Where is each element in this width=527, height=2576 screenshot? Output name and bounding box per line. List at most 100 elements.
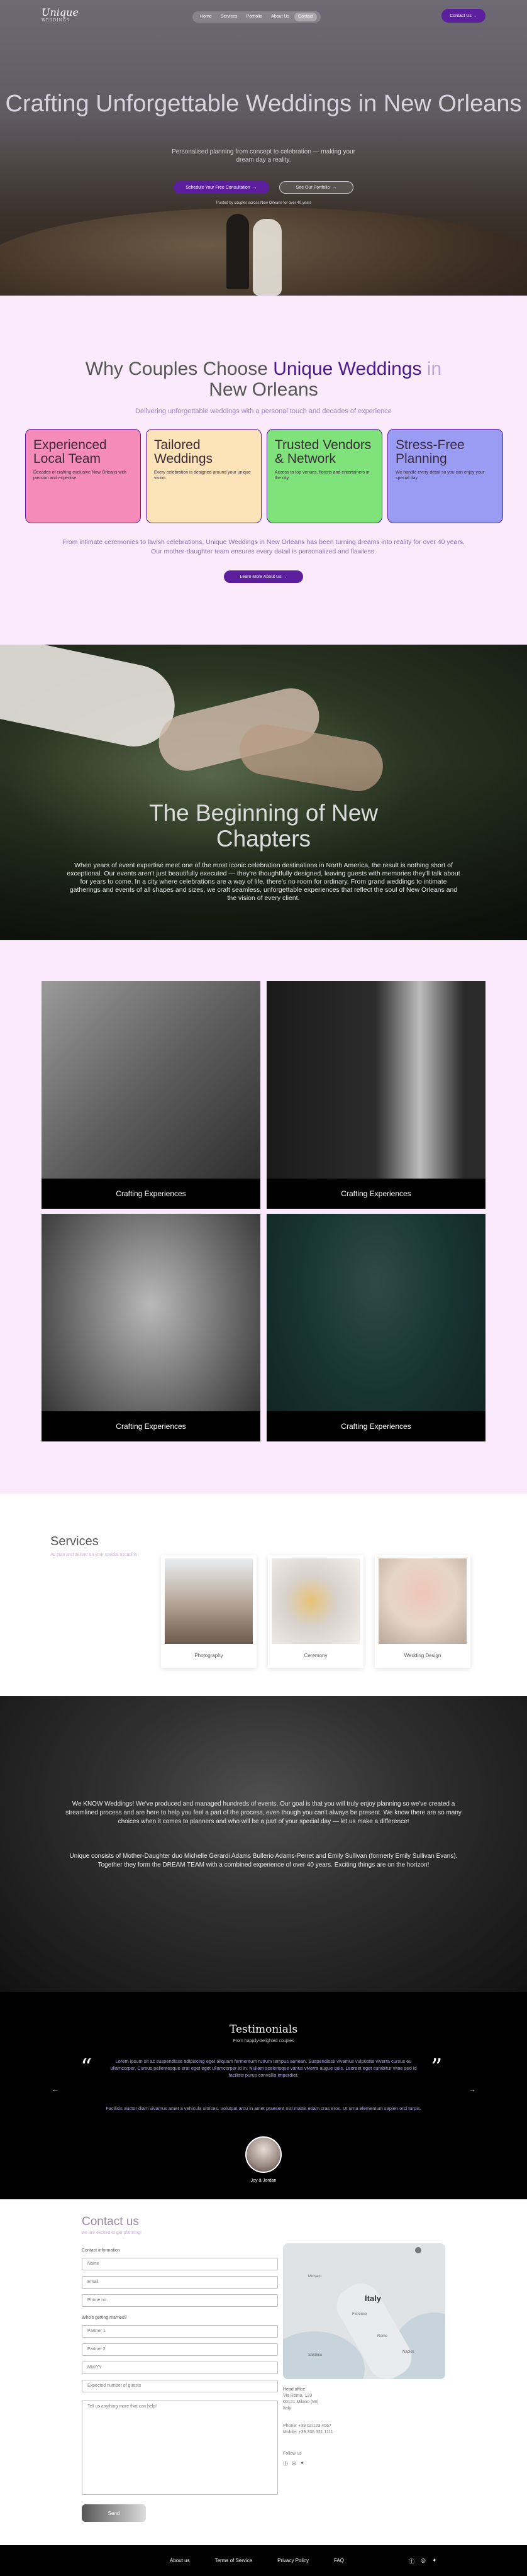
services-title: Services [50, 1535, 99, 1548]
message-field[interactable]: Tell us anything more that can help! [82, 2401, 278, 2495]
card-text: We handle every detail so you can enjoy … [396, 470, 485, 480]
logo-text: Unique [42, 6, 79, 18]
footer: About us Terms of Service Privacy Policy… [0, 2545, 527, 2576]
name-field[interactable]: Name [82, 2258, 278, 2270]
experience-tile[interactable]: Crafting Experiences [42, 1214, 260, 1441]
office-title: Head office [283, 2387, 306, 2392]
footer-social-icons: ⓕ ◎ ✦ [409, 2557, 436, 2565]
experience-caption: Crafting Experiences [267, 1411, 485, 1441]
arrow-right-icon: → [282, 574, 287, 579]
service-photography[interactable]: Photography [161, 1555, 257, 1668]
feature-card-tailored: Tailored Weddings Every celebration is de… [146, 429, 262, 523]
prev-arrow-icon[interactable]: ← [52, 2085, 59, 2094]
footer-faq-link[interactable]: FAQ [334, 2558, 344, 2563]
nav-contact-button[interactable]: Contact Us → [441, 9, 485, 23]
service-ceremony[interactable]: Ceremony [268, 1555, 363, 1668]
experience-tile[interactable]: Crafting Experiences [267, 981, 485, 1209]
service-label: Photography [194, 1653, 223, 1658]
contact-social-icons: ⓕ ◎ ✦ [283, 2460, 304, 2467]
facebook-icon[interactable]: ⓕ [283, 2460, 288, 2467]
nav-services[interactable]: Services [217, 13, 241, 21]
nav-cta-label: Contact Us [450, 13, 472, 18]
send-button[interactable]: Send [82, 2504, 146, 2522]
contact-info-label: Contact information [82, 2248, 120, 2253]
footer-terms-link[interactable]: Terms of Service [215, 2558, 253, 2563]
beginning-section: The Beginning of New Chapters When years… [0, 645, 527, 940]
testimonial-name: Joy & Jordan [250, 2179, 277, 2183]
testimonials-title: Testimonials [229, 2023, 298, 2036]
avatar [245, 2136, 282, 2173]
guests-field[interactable]: Expected number of guests [82, 2380, 278, 2392]
nav-menu: Home Services Portfolio About Us Contact [192, 11, 321, 23]
card-title: Trusted Vendors & Network [275, 438, 372, 466]
map-pin-icon [415, 2247, 421, 2253]
who-label: Who's getting married? [82, 2316, 127, 2320]
experience-caption: Crafting Experiences [267, 1179, 485, 1209]
facebook-icon[interactable]: ⓕ [409, 2557, 414, 2565]
card-text: Decades of crafting exclusive New Orlean… [33, 470, 126, 480]
card-text: Access to top venues, florists and enter… [275, 470, 370, 480]
why-title-accent: Unique Weddings [273, 358, 422, 379]
nav-contact[interactable]: Contact [294, 13, 318, 21]
service-label: Wedding Design [404, 1653, 441, 1658]
office-country: Italy [283, 2406, 291, 2411]
team-text: Unique consists of Mother-Daughter duo M… [69, 1853, 458, 1868]
service-image [379, 1558, 467, 1644]
instagram-icon[interactable]: ◎ [421, 2557, 426, 2565]
footer-privacy-link[interactable]: Privacy Policy [277, 2558, 309, 2563]
instagram-icon[interactable]: ◎ [292, 2460, 296, 2467]
card-title: Experienced Local Team [33, 438, 107, 466]
schedule-consultation-button[interactable]: Schedule Your Free Consultation → [174, 181, 269, 194]
service-wedding-design[interactable]: Wedding Design [375, 1555, 470, 1668]
email-field[interactable]: Email [82, 2276, 278, 2289]
office-phone[interactable]: Phone: +39 02/123 4567 [283, 2424, 331, 2428]
top-nav: Unique WEDDINGS Home Services Portfolio A… [0, 0, 527, 31]
we-know-text: We KNOW Weddings! We've produced and man… [65, 1801, 462, 1825]
portfolio-label: See Our Portfolio [296, 185, 330, 190]
office-mobile[interactable]: Mobile: +39 338 321 1111 [283, 2430, 333, 2434]
footer-about-link[interactable]: About us [170, 2558, 190, 2563]
phone-field[interactable]: Phone no. [82, 2294, 278, 2307]
contact-section: Contact us we are excited to get plannin… [0, 2199, 527, 2545]
next-arrow-icon[interactable]: → [469, 2085, 476, 2094]
twitter-icon[interactable]: ✦ [300, 2460, 304, 2467]
hero-section: Unique WEDDINGS Home Services Portfolio A… [0, 0, 527, 296]
office-map[interactable]: Italy Monaco Florence Rome Naples Sardin… [283, 2243, 445, 2379]
why-title-faint: in [421, 358, 442, 379]
hero-couple-photo [220, 208, 289, 296]
nav-portfolio[interactable]: Portfolio [243, 13, 267, 21]
map-country-label: Italy [365, 2294, 382, 2303]
open-quote-icon: “ [80, 2055, 92, 2080]
logo[interactable]: Unique WEDDINGS [42, 6, 79, 23]
learn-more-button[interactable]: Learn More About Us → [224, 570, 303, 583]
arrow-right-icon: → [252, 185, 257, 190]
see-portfolio-button[interactable]: See Our Portfolio → [279, 181, 353, 194]
nav-about[interactable]: About Us [267, 13, 293, 21]
partner2-field[interactable]: Partner 2 [82, 2343, 278, 2356]
contact-subtitle: we are excited to get planning! [82, 2231, 141, 2235]
hero-subtitle: Personalised planning from concept to ce… [172, 148, 355, 164]
photo-overlay [0, 1696, 527, 1992]
follow-us-label: Follow us [283, 2451, 302, 2456]
nav-home[interactable]: Home [196, 13, 216, 21]
why-title-a: Why Couples Choose [85, 358, 274, 379]
partner1-field[interactable]: Partner 1 [82, 2325, 278, 2338]
testimonial-quote: Lorem ipsum sit ac suspendisse adipiscin… [110, 2058, 417, 2078]
experience-tile[interactable]: Crafting Experiences [42, 981, 260, 1209]
map-city-label: Sardinia [308, 2353, 323, 2357]
close-quote-icon: ” [431, 2055, 443, 2080]
testimonials-subtitle: From happily-delighted couples [233, 2039, 294, 2043]
date-field[interactable]: MM/YY [82, 2362, 278, 2374]
twitter-icon[interactable]: ✦ [432, 2557, 437, 2565]
why-body: From intimate ceremonies to lavish celeb… [62, 538, 465, 555]
why-lead: Delivering unforgettable weddings with a… [135, 408, 392, 415]
hero-note: Trusted by couples across New Orleans fo… [215, 201, 312, 205]
hero-title: Crafting Unforgettable Weddings in New O… [5, 91, 522, 117]
office-address: Via Roma, 123 [283, 2394, 313, 2398]
page: Unique WEDDINGS Home Services Portfolio A… [0, 0, 527, 2576]
feature-cards: Experienced Local Team Decades of craftin… [25, 429, 503, 523]
we-know-section: We KNOW Weddings! We've produced and man… [0, 1696, 527, 1992]
experience-tile[interactable]: Crafting Experiences [267, 1214, 485, 1441]
logo-subtext: WEDDINGS [42, 18, 70, 23]
experience-caption: Crafting Experiences [42, 1179, 260, 1209]
